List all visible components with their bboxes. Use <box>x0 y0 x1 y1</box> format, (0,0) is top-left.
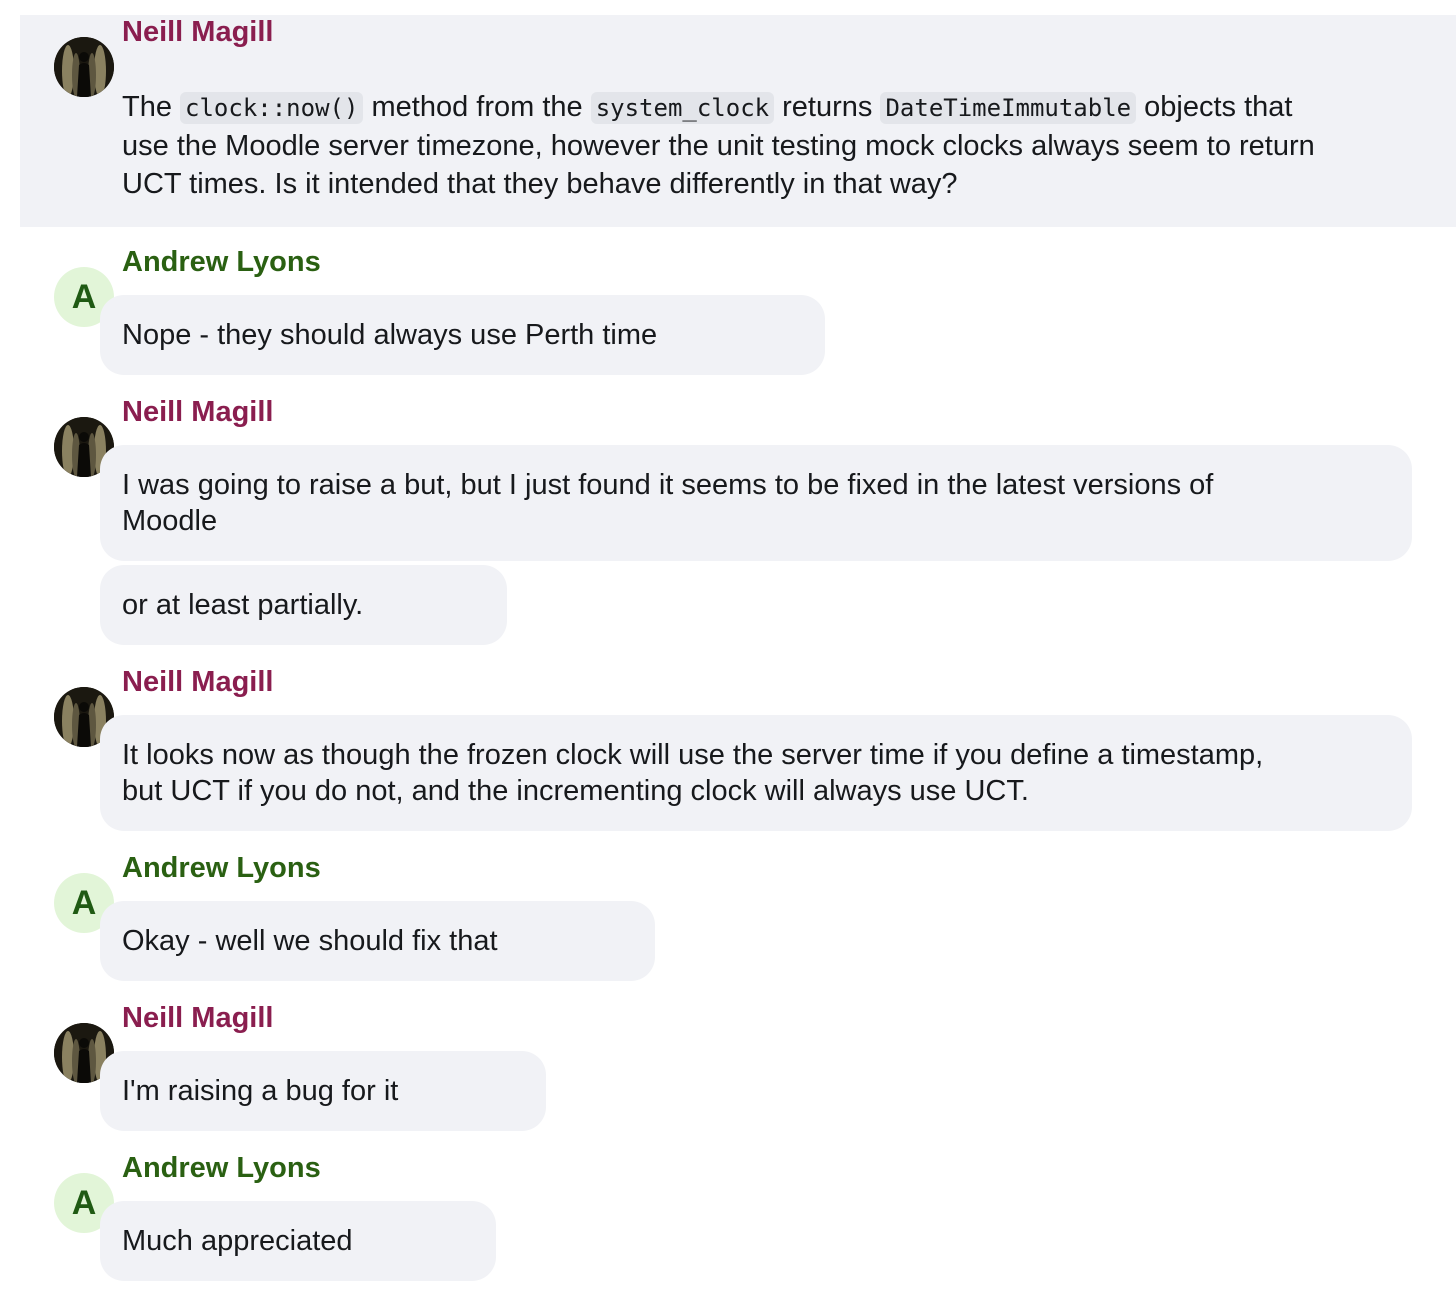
message-bubble[interactable]: Much appreciated <box>100 1201 496 1281</box>
message-text: Okay - well we should fix that <box>122 925 498 957</box>
message-bubble[interactable]: I'm raising a bug for it <box>100 1051 546 1131</box>
sender-name[interactable]: Andrew Lyons <box>122 244 321 280</box>
chat-timeline: Neill Magill The clock::now() method fro… <box>0 0 1456 1292</box>
message-text: I was going to raise a but, but I just f… <box>122 469 1214 537</box>
user-photo-icon <box>54 37 114 97</box>
sender-name[interactable]: Andrew Lyons <box>122 1150 321 1186</box>
message-text: I'm raising a bug for it <box>122 1075 399 1107</box>
sender-name[interactable]: Andrew Lyons <box>122 850 321 886</box>
message-bubble[interactable]: Okay - well we should fix that <box>100 901 655 981</box>
avatar[interactable] <box>54 37 114 97</box>
message-text: or at least partially. <box>122 589 364 621</box>
message-text: Much appreciated <box>122 1225 353 1257</box>
message-text: It looks now as though the frozen clock … <box>122 739 1264 807</box>
message-bubble[interactable]: or at least partially. <box>100 565 507 645</box>
inline-code: DateTimeImmutable <box>880 92 1137 124</box>
sender-name[interactable]: Neill Magill <box>122 394 273 430</box>
message-text: Nope - they should always use Perth time <box>122 319 658 351</box>
sender-name[interactable]: Neill Magill <box>122 14 273 50</box>
inline-code: clock::now() <box>180 92 364 124</box>
sender-name[interactable]: Neill Magill <box>122 664 273 700</box>
message-bubble[interactable]: I was going to raise a but, but I just f… <box>100 445 1412 561</box>
message-text: The clock::now() method from the system_… <box>122 91 1315 200</box>
message-bubble[interactable]: It looks now as though the frozen clock … <box>100 715 1412 831</box>
sender-name[interactable]: Neill Magill <box>122 1000 273 1036</box>
inline-code: system_clock <box>590 92 775 124</box>
message-bubble[interactable]: Nope - they should always use Perth time <box>100 295 825 375</box>
